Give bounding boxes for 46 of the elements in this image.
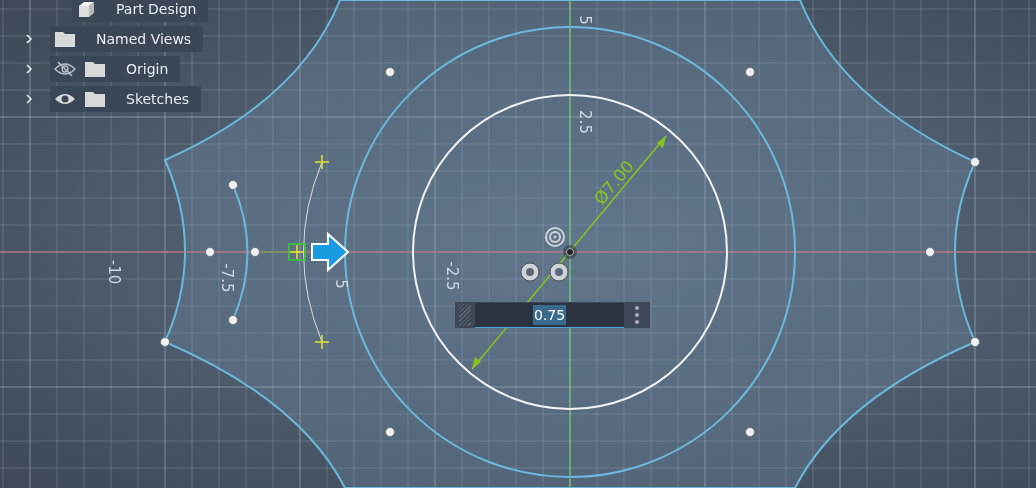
cross-marker-icon — [289, 244, 305, 260]
node-label: Origin — [125, 61, 169, 77]
direction-arrow-icon[interactable] — [311, 231, 350, 273]
value-input-field[interactable]: 0.75 — [475, 302, 624, 328]
folder-icon — [54, 30, 76, 48]
snap-square-icon[interactable] — [288, 243, 306, 261]
folder-icon — [84, 90, 106, 108]
axis-label: -2.5 — [443, 261, 461, 291]
node-label: Named Views — [95, 31, 192, 47]
sketch-point[interactable] — [970, 337, 980, 347]
browser-node[interactable]: Sketches — [50, 86, 202, 112]
node-label: Sketches — [125, 91, 190, 107]
folder-icon — [84, 60, 106, 78]
sketch-point[interactable] — [205, 247, 215, 257]
sketch-point[interactable] — [250, 247, 260, 257]
sketch-point[interactable] — [228, 180, 238, 190]
axis-label: -7.5 — [218, 263, 236, 293]
center-point-icon[interactable] — [563, 245, 577, 259]
sketch-point[interactable] — [970, 157, 980, 167]
sketch-point[interactable] — [745, 67, 755, 77]
browser-node[interactable]: Named Views — [50, 26, 204, 52]
cube-icon — [76, 0, 96, 19]
expand-chevron-icon[interactable] — [24, 93, 34, 105]
axis-label: 2.5 — [576, 110, 594, 134]
coincident-constraint-icon[interactable] — [549, 262, 569, 282]
cross-marker-icon — [314, 334, 330, 350]
browser-node[interactable]: Part Design — [72, 0, 209, 22]
browser-node[interactable]: Origin — [50, 56, 181, 82]
expand-chevron-icon[interactable] — [24, 33, 34, 45]
sketch-point[interactable] — [160, 337, 170, 347]
coincident-constraint-icon[interactable] — [520, 262, 540, 282]
node-label: Part Design — [115, 1, 197, 17]
cross-marker-icon — [314, 154, 330, 170]
eye-icon[interactable] — [54, 92, 76, 106]
axis-label: 5 — [332, 279, 350, 289]
sketch-point[interactable] — [228, 315, 238, 325]
expand-chevron-icon[interactable] — [24, 63, 34, 75]
sketch-point[interactable] — [385, 67, 395, 77]
concentric-constraint-icon[interactable] — [545, 227, 565, 247]
sketch-point[interactable] — [925, 247, 935, 257]
axis-label: -10 — [105, 259, 123, 285]
axis-label: 5 — [576, 15, 594, 25]
grip-handle[interactable] — [459, 304, 471, 326]
sketch-point[interactable] — [385, 427, 395, 437]
eye-slash-icon[interactable] — [54, 61, 76, 77]
sketch-point[interactable] — [745, 427, 755, 437]
